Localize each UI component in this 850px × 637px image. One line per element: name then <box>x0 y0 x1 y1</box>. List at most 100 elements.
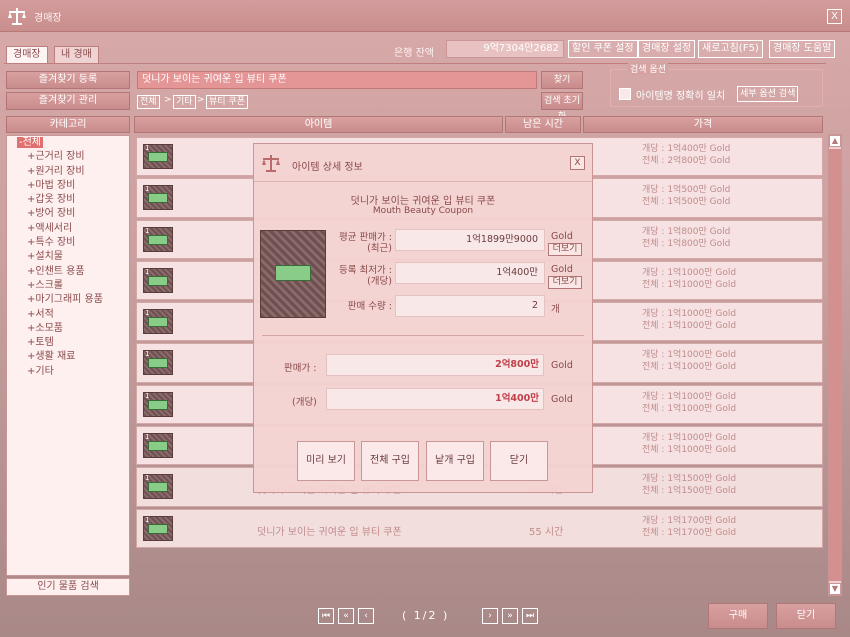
buy-single-button[interactable]: 낱개 구입 <box>426 441 484 481</box>
window-close-button[interactable]: X <box>827 9 842 24</box>
category-item[interactable]: +마법 장비 <box>7 179 129 193</box>
row-price: 개당 : 1억1000만 Gold 전체 : 1억1000만 Gold <box>642 309 737 332</box>
category-item-all[interactable]: -전체 <box>7 136 129 150</box>
row-time: 55 시간 <box>529 526 564 538</box>
buy-all-button[interactable]: 전체 구입 <box>361 441 419 481</box>
sold-quantity-label: 판매 수량 : <box>347 301 392 312</box>
dialog-header: 아이템 상세 정보 X <box>254 144 592 182</box>
header-item[interactable]: 아이템 <box>134 116 503 133</box>
popular-search-button[interactable]: 인기 물품 검색 <box>6 578 130 596</box>
tab-auction[interactable]: 경매장 <box>6 46 48 64</box>
sell-price-unit: Gold <box>551 360 573 371</box>
sold-quantity-unit: 개 <box>551 304 560 315</box>
close-button[interactable]: 닫기 <box>776 603 836 629</box>
each-price-unit: Gold <box>551 394 573 405</box>
auction-help-button[interactable]: 경매장 도움말 <box>769 40 836 58</box>
min-price-unit: Gold <box>551 264 573 275</box>
breadcrumb-all[interactable]: 전체 <box>137 95 160 109</box>
category-item[interactable]: +갑옷 장비 <box>7 193 129 207</box>
dialog-close-button[interactable]: X <box>570 156 585 170</box>
coupon-icon: 1 <box>143 226 173 252</box>
breadcrumb-beauty-coupon[interactable]: 뷰티 쿠폰 <box>206 95 248 109</box>
category-item[interactable]: +인챈트 용품 <box>7 265 129 279</box>
row-price: 개당 : 1억1000만 Gold 전체 : 1억1000만 Gold <box>642 267 737 290</box>
page-indicator: ( 1/2 ) <box>402 609 450 622</box>
discount-coupon-button[interactable]: 할인 쿠폰 설정 <box>568 40 638 58</box>
category-item[interactable]: +토템 <box>7 336 129 350</box>
avg-price-more-button[interactable]: 더보기 <box>548 243 582 256</box>
search-reset-button[interactable]: 검색 초기화 <box>541 92 583 122</box>
category-item[interactable]: +생활 재료 <box>7 350 129 364</box>
sell-price-label: 판매가 : <box>284 363 317 374</box>
header-price[interactable]: 가격 <box>583 116 823 133</box>
search-input[interactable]: 덧니가 보이는 귀여운 입 뷰티 쿠폰 <box>137 71 537 89</box>
scroll-down-icon[interactable]: ▼ <box>829 583 841 595</box>
next-ten-pages-icon[interactable]: » <box>502 608 518 624</box>
row-item-name: 덧니가 보이는 귀여운 입 뷰티 쿠폰 <box>257 526 402 538</box>
row-price: 개당 : 1억1000만 Gold 전체 : 1억1000만 Gold <box>642 433 737 456</box>
min-price-value: 1억400만 <box>395 262 545 284</box>
coupon-icon: 1 <box>143 185 173 211</box>
breadcrumb-etc[interactable]: 기타 <box>173 95 196 109</box>
row-price: 개당 : 1억500만 Gold 전체 : 1억500만 Gold <box>642 185 731 208</box>
header-time[interactable]: 남은 시간 <box>505 116 581 133</box>
sell-price-field[interactable]: 2억800만 <box>326 354 544 376</box>
favorite-add-button[interactable]: 즐겨찾기 등록 <box>6 71 130 89</box>
exact-match-label: 아이템명 정확히 일치 <box>636 91 726 102</box>
coupon-icon: 1 <box>143 515 173 541</box>
category-item[interactable]: +근거리 장비 <box>7 150 129 164</box>
scroll-thumb[interactable] <box>829 149 841 581</box>
buy-button[interactable]: 구매 <box>708 603 768 629</box>
last-page-icon[interactable]: ⏭ <box>522 608 538 624</box>
prev-page-icon[interactable]: ‹ <box>358 608 374 624</box>
category-item[interactable]: +스크롤 <box>7 279 129 293</box>
each-price-field[interactable]: 1억400만 <box>326 388 544 410</box>
favorite-manage-button[interactable]: 즐겨찾기 관리 <box>6 92 130 110</box>
min-price-more-button[interactable]: 더보기 <box>548 276 582 289</box>
category-item[interactable]: +기타 <box>7 365 129 379</box>
category-list: -전체 +근거리 장비 +원거리 장비 +마법 장비 +갑옷 장비 +방어 장비… <box>6 135 130 576</box>
scales-icon <box>8 8 26 25</box>
avg-price-label: 평균 판매가 : (최근) <box>339 232 392 254</box>
tab-my-auction[interactable]: 내 경매 <box>54 46 99 64</box>
row-price: 개당 : 1억400만 Gold 전체 : 2억800만 Gold <box>642 144 731 166</box>
category-item[interactable]: +액세서리 <box>7 222 129 236</box>
category-item[interactable]: +설치물 <box>7 250 129 264</box>
tab-divider <box>4 63 826 64</box>
dialog-title: 아이템 상세 정보 <box>292 162 363 173</box>
coupon-icon <box>260 230 326 318</box>
item-name-english: Mouth Beauty Coupon <box>372 206 474 216</box>
item-name: 덧니가 보이는 귀여운 입 뷰티 쿠폰 <box>350 196 496 207</box>
category-item[interactable]: +마기그래피 용품 <box>7 293 129 307</box>
item-list-scrollbar[interactable]: ▲ ▼ <box>828 134 842 596</box>
category-item[interactable]: +소모품 <box>7 322 129 336</box>
refresh-button[interactable]: 새로고침(F5) <box>698 40 763 58</box>
row-price: 개당 : 1억1500만 Gold 전체 : 1억1500만 Gold <box>642 474 737 497</box>
bank-balance-value: 9억7304만2682 <box>446 40 564 58</box>
first-page-icon[interactable]: ⏮ <box>318 608 334 624</box>
category-item[interactable]: +서적 <box>7 308 129 322</box>
row-price: 개당 : 1억1000만 Gold 전체 : 1억1000만 Gold <box>642 391 737 414</box>
coupon-icon: 1 <box>143 350 173 376</box>
category-item[interactable]: +방어 장비 <box>7 207 129 221</box>
search-options-title: 검색 옵션 <box>628 62 668 75</box>
exact-match-checkbox[interactable] <box>619 88 631 100</box>
next-page-icon[interactable]: › <box>482 608 498 624</box>
preview-button[interactable]: 미리 보기 <box>297 441 355 481</box>
dialog-close-bottom-button[interactable]: 닫기 <box>490 441 548 481</box>
coupon-icon: 1 <box>143 391 173 417</box>
search-button[interactable]: 찾기 <box>541 71 583 89</box>
prev-ten-pages-icon[interactable]: « <box>338 608 354 624</box>
category-item[interactable]: +특수 장비 <box>7 236 129 250</box>
header-category: 카테고리 <box>6 116 130 133</box>
category-item[interactable]: +원거리 장비 <box>7 165 129 179</box>
table-row[interactable]: 1 덧니가 보이는 귀여운 입 뷰티 쿠폰 55 시간 개당 : 1억1700만… <box>136 508 823 548</box>
avg-price-unit: Gold <box>551 231 573 242</box>
title-bar: 경매장 X <box>0 0 850 32</box>
detail-options-button[interactable]: 세부 옵션 검색 <box>737 86 799 102</box>
item-detail-dialog: 아이템 상세 정보 X 덧니가 보이는 귀여운 입 뷰티 쿠폰 Mouth Be… <box>253 143 593 493</box>
dialog-divider <box>262 335 584 336</box>
avg-price-value: 1억1899만9000 <box>395 229 545 251</box>
auction-settings-button[interactable]: 경매장 설정 <box>638 40 696 58</box>
scroll-up-icon[interactable]: ▲ <box>829 135 841 147</box>
